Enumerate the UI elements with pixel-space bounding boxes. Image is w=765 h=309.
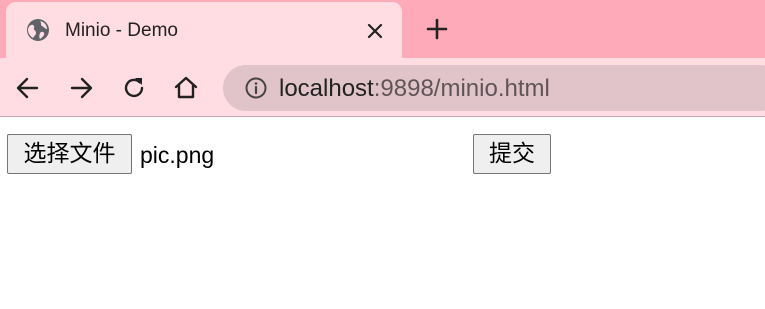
page-content: 选择文件 pic.png 提交 xyxy=(0,117,765,309)
forward-arrow-icon[interactable] xyxy=(68,75,94,101)
browser-titlebar: Minio - Demo xyxy=(0,0,765,58)
submit-button[interactable]: 提交 xyxy=(473,134,551,174)
browser-tab[interactable]: Minio - Demo xyxy=(6,2,402,58)
choose-file-button[interactable]: 选择文件 xyxy=(7,134,132,174)
url-path: :9898/minio.html xyxy=(373,75,550,102)
url-host: localhost xyxy=(279,75,374,102)
close-icon[interactable] xyxy=(365,21,385,41)
reload-icon[interactable] xyxy=(121,75,147,101)
selected-file-name: pic.png xyxy=(140,142,215,168)
home-icon[interactable] xyxy=(173,75,199,101)
tab-title: Minio - Demo xyxy=(65,20,178,41)
browser-toolbar: localhost:9898/minio.html xyxy=(0,58,765,117)
globe-icon xyxy=(27,19,49,41)
new-tab-plus-icon[interactable] xyxy=(426,18,448,40)
address-bar[interactable]: localhost:9898/minio.html xyxy=(223,65,765,111)
info-icon[interactable] xyxy=(245,77,267,99)
url-text[interactable]: localhost:9898/minio.html xyxy=(279,75,550,103)
back-arrow-icon[interactable] xyxy=(15,75,41,101)
